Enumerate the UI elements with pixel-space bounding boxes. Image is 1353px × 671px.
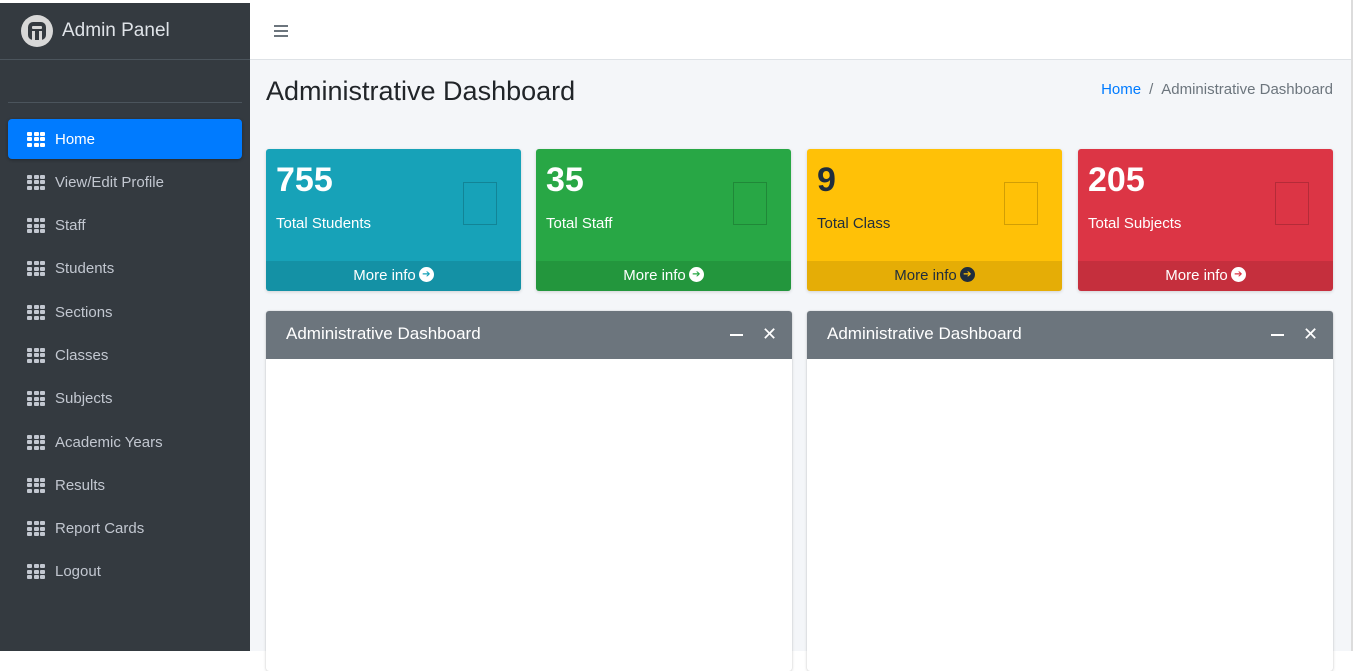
more-info-label: More info [353,267,416,284]
stat-box-subjects: 205 Total Subjects More info [1078,149,1333,291]
close-icon[interactable]: ✕ [762,323,777,345]
more-info-link[interactable]: More info [807,261,1062,291]
sidebar-item-academic-years[interactable]: Academic Years [8,422,242,462]
more-info-label: More info [1165,267,1228,284]
stat-box-class: 9 Total Class More info [807,149,1062,291]
admin-logo-icon [21,15,53,47]
sidebar-item-label: Subjects [55,390,113,408]
dashboard-card: Administrative Dashboard ✕ [266,311,792,671]
sidebar-item-classes[interactable]: Classes [8,335,242,375]
sidebar: Admin Panel Home View/Edit Profile Staff… [0,3,250,651]
stat-label: Total Students [276,215,372,232]
sidebar-item-label: Staff [55,217,86,235]
minus-icon[interactable] [1271,323,1285,345]
brand-link[interactable]: Admin Panel [0,3,250,60]
arrow-circle-right-icon [688,267,704,282]
sidebar-item-label: Students [55,260,115,278]
grid-icon [27,347,45,363]
card-title: Administrative Dashboard [827,324,1022,343]
sidebar-item-label: View/Edit Profile [55,173,164,191]
stat-label: Total Subjects [1088,215,1182,232]
more-info-link[interactable]: More info [536,261,791,291]
more-info-link[interactable]: More info [266,261,521,291]
grid-icon [27,521,45,537]
grid-icon [27,564,45,580]
sidebar-item-subjects[interactable]: Subjects [8,379,242,419]
stat-box-students: 755 Total Students More info [266,149,521,291]
grid-icon [27,391,45,407]
sidebar-item-label: Home [55,130,96,148]
sidebar-item-label: Sections [55,303,113,321]
stat-value: 205 [1088,161,1145,199]
hamburger-icon[interactable] [274,25,288,37]
page-title: Administrative Dashboard [266,76,576,106]
sidebar-item-label: Classes [55,346,109,364]
breadcrumb-separator: / [1149,81,1154,98]
card-title: Administrative Dashboard [286,324,481,343]
stat-box-staff: 35 Total Staff More info [536,149,791,291]
sidebar-item-staff[interactable]: Staff [8,206,242,246]
breadcrumb-current: Administrative Dashboard [1161,81,1333,98]
grid-icon [27,174,45,190]
sidebar-item-profile[interactable]: View/Edit Profile [8,162,242,202]
more-info-label: More info [623,267,686,284]
stat-value: 9 [817,161,836,199]
arrow-circle-right-icon [959,267,975,282]
breadcrumb-home-link[interactable]: Home [1101,81,1141,98]
stat-label: Total Class [817,215,891,232]
card-header: Administrative Dashboard ✕ [266,311,792,359]
sidebar-item-label: Report Cards [55,520,145,538]
arrow-circle-right-icon [1230,267,1246,282]
sidebar-item-home[interactable]: Home [8,119,242,159]
breadcrumb: Home / Administrative Dashboard [1101,81,1333,98]
sidebar-item-label: Results [55,476,106,494]
more-info-label: More info [894,267,957,284]
stat-icon [733,182,767,225]
stat-icon [1004,182,1038,225]
sidebar-item-label: Academic Years [55,433,163,451]
grid-icon [27,477,45,493]
sidebar-item-sections[interactable]: Sections [8,292,242,332]
sidebar-item-logout[interactable]: Logout [8,552,242,592]
stat-icon [463,182,497,225]
top-navbar [250,3,1351,60]
stat-icon [1275,182,1309,225]
stat-value: 755 [276,161,333,199]
minus-icon[interactable] [730,323,744,345]
sidebar-nav: Home View/Edit Profile Staff Students Se… [0,103,250,592]
arrow-circle-right-icon [418,267,434,282]
dashboard-card: Administrative Dashboard ✕ [807,311,1333,671]
grid-icon [27,434,45,450]
content-area: Administrative Dashboard Home / Administra… [250,60,1351,671]
grid-icon [27,131,45,147]
card-header: Administrative Dashboard ✕ [807,311,1333,359]
stat-value: 35 [546,161,584,199]
close-icon[interactable]: ✕ [1303,323,1318,345]
more-info-link[interactable]: More info [1078,261,1333,291]
brand-title: Admin Panel [62,20,170,41]
grid-icon [27,261,45,277]
grid-icon [27,304,45,320]
grid-icon [27,218,45,234]
sidebar-item-report-cards[interactable]: Report Cards [8,509,242,549]
stat-label: Total Staff [546,215,613,232]
sidebar-item-results[interactable]: Results [8,465,242,505]
sidebar-item-students[interactable]: Students [8,249,242,289]
sidebar-item-label: Logout [55,563,101,581]
